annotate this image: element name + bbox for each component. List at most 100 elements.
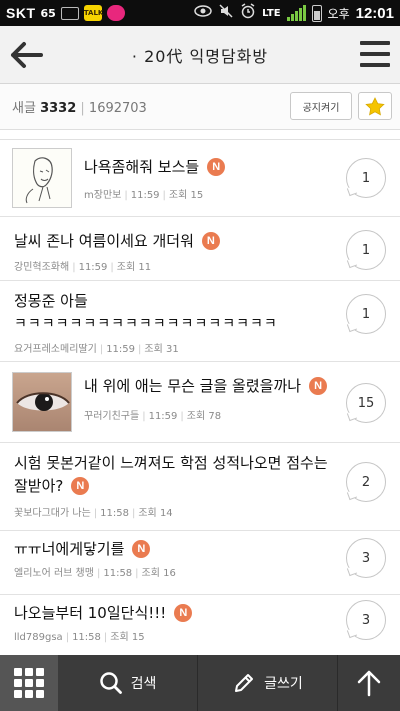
post-row[interactable]: 날씨 존나 여름이세요 개더워 N 강민혁조화해 | 11:59 | 조회 11 1 <box>0 218 400 281</box>
post-row[interactable]: 나욕좀해줘 보스들 N m장만보 | 11:59 | 조회 15 1 <box>0 140 400 217</box>
notice-toggle-button[interactable]: 공지켜기 <box>290 92 352 120</box>
scroll-top-button[interactable] <box>338 655 400 711</box>
post-time: 11:58 <box>103 568 133 579</box>
comment-count-bubble[interactable]: 1 <box>346 158 386 198</box>
post-author: m장만보 <box>84 190 122 201</box>
comment-count-bubble[interactable]: 1 <box>346 230 386 270</box>
post-time: 11:58 <box>72 632 101 643</box>
hamburger-icon <box>360 41 390 45</box>
post-views: 조회 11 <box>116 262 152 273</box>
comment-count-bubble[interactable]: 2 <box>346 462 386 502</box>
comment-count-bubble[interactable]: 1 <box>346 294 386 334</box>
network-type: LTE <box>262 7 281 19</box>
carrier-label: SKT <box>6 5 36 21</box>
post-title-wrap: 나욕좀해줘 보스들 N <box>84 156 226 178</box>
post-time: 11:59 <box>130 190 160 201</box>
new-posts-label: 새글 <box>12 101 36 116</box>
post-title-wrap: 날씨 존나 여름이세요 개더워 N <box>14 230 220 252</box>
post-row[interactable]: 정몽준 아들 ㅋㅋㅋㅋㅋㅋㅋㅋㅋㅋㅋㅋㅋㅋㅋㅋㅋㅋㅋ 요거프레소메리딸기 | 11:… <box>0 282 400 362</box>
post-author: lld789gsa <box>14 632 63 643</box>
comment-count-bubble[interactable]: 3 <box>346 600 386 640</box>
post-title: 나욕좀해줘 보스들 <box>84 158 200 176</box>
write-button[interactable]: 글쓰기 <box>198 655 338 711</box>
mail-icon <box>60 6 79 20</box>
post-views: 조회 31 <box>144 344 179 355</box>
comment-count-bubble[interactable]: 15 <box>346 383 386 423</box>
app-heart-icon <box>106 5 125 21</box>
post-meta: 꽃보다그대가 나는 | 11:58 | 조회 14 <box>14 508 173 519</box>
post-title-wrap: 잘받아? N <box>14 475 90 497</box>
post-author: 강민혁조화해 <box>14 262 70 273</box>
post-title-line2: ㅋㅋㅋㅋㅋㅋㅋㅋㅋㅋㅋㅋㅋㅋㅋㅋㅋㅋㅋ <box>14 316 278 332</box>
post-time: 11:59 <box>78 262 108 273</box>
search-label: 검색 <box>130 676 157 692</box>
new-badge: N <box>309 377 328 395</box>
post-title-wrap: 나오늘부터 10일단식!!! N <box>14 602 193 624</box>
post-author: 엘리노어 러브 챙맹 <box>14 568 94 579</box>
bottom-toolbar: 검색 글쓰기 <box>0 655 400 711</box>
post-meta: 꾸러기친구들 | 11:59 | 조회 78 <box>84 411 222 422</box>
post-views: 조회 78 <box>186 411 222 422</box>
post-title: 정몽준 아들 <box>14 292 88 310</box>
apps-grid-button[interactable] <box>0 655 58 711</box>
post-title-wrap: ㅠㅠ너에게닿기를 N <box>14 538 151 560</box>
favorite-button[interactable] <box>358 92 392 120</box>
pencil-icon <box>235 674 254 692</box>
ampm-label: 오후 <box>327 6 350 21</box>
post-row[interactable]: 나오늘부터 10일단식!!! N lld789gsa | 11:58 | 조회 15 3 <box>0 596 400 655</box>
star-icon <box>365 96 385 115</box>
new-badge: N <box>71 477 90 495</box>
kakaotalk-icon: TALK <box>83 5 103 21</box>
post-views: 조회 15 <box>168 190 204 201</box>
comment-count-bubble[interactable]: 3 <box>346 538 386 578</box>
signal-icon <box>286 5 306 21</box>
write-label: 글쓰기 <box>264 676 303 692</box>
post-views: 조회 14 <box>138 508 173 519</box>
post-meta: m장만보 | 11:59 | 조회 15 <box>84 190 204 201</box>
post-author: 요거프레소메리딸기 <box>14 344 97 355</box>
post-views: 조회 16 <box>141 568 176 579</box>
new-posts-count: 3332 <box>40 101 77 116</box>
eye-icon <box>194 5 212 21</box>
back-arrow-icon <box>11 42 43 68</box>
post-thumbnail <box>12 372 72 432</box>
post-meta: 요거프레소메리딸기 | 11:59 | 조회 31 <box>14 344 179 355</box>
search-button[interactable]: 검색 <box>58 655 198 711</box>
post-title-wrap: 내 위에 애는 무슨 글을 올렸을까나 N <box>84 375 328 397</box>
post-meta: lld789gsa | 11:58 | 조회 15 <box>14 632 145 643</box>
post-meta: 엘리노어 러브 챙맹 | 11:58 | 조회 16 <box>14 568 176 579</box>
post-meta: 강민혁조화해 | 11:59 | 조회 11 <box>14 262 152 273</box>
post-row[interactable]: 내 위에 애는 무슨 글을 올렸을까나 N 꾸러기친구들 | 11:59 | 조회 78… <box>0 363 400 443</box>
post-title: ㅠㅠ너에게닿기를 <box>14 540 125 558</box>
new-badge: N <box>132 540 151 558</box>
post-title: 나오늘부터 10일단식!!! <box>14 604 167 622</box>
post-title: 내 위에 애는 무슨 글을 올렸을까나 <box>84 377 302 395</box>
page-title: · 20代 익명담화방 <box>131 46 269 66</box>
post-title: 시험 못본거같이 느껴져도 학점 성적나오면 점수는 <box>14 454 328 472</box>
new-badge: N <box>174 604 193 622</box>
alarm-icon <box>240 3 256 23</box>
arrow-up-icon <box>357 670 381 697</box>
post-row[interactable]: 시험 못본거같이 느껴져도 학점 성적나오면 점수는 잘받아? N 꽃보다그대가… <box>0 444 400 531</box>
post-stats: 새글 3332 | 1692703 <box>12 101 147 116</box>
eye-photo <box>13 373 71 431</box>
post-list: 나욕좀해줘 보스들 N m장만보 | 11:59 | 조회 15 1 날씨 존나 여름이… <box>0 131 400 655</box>
post-views: 조회 15 <box>110 632 145 643</box>
clock: 12:01 <box>355 4 394 22</box>
grid-icon <box>14 668 44 698</box>
new-badge: N <box>201 232 220 250</box>
board-info-bar: 새글 3332 | 1692703 공지켜기 <box>0 84 400 130</box>
back-button[interactable] <box>8 38 44 72</box>
post-row[interactable]: ㅠㅠ너에게닿기를 N 엘리노어 러브 챙맹 | 11:58 | 조회 16 3 <box>0 532 400 595</box>
post-title: 날씨 존나 여름이세요 개더워 <box>14 232 194 250</box>
mute-icon <box>218 3 234 23</box>
app-header: · 20代 익명담화방 <box>0 26 400 84</box>
post-title-line2: 잘받아? <box>14 477 64 495</box>
sketch-image <box>13 149 71 207</box>
post-author: 꾸러기친구들 <box>84 411 140 422</box>
post-time: 11:58 <box>100 508 129 519</box>
post-time: 11:59 <box>148 411 178 422</box>
new-badge: N <box>207 158 226 176</box>
menu-button[interactable] <box>360 41 390 67</box>
post-thumbnail <box>12 148 72 208</box>
